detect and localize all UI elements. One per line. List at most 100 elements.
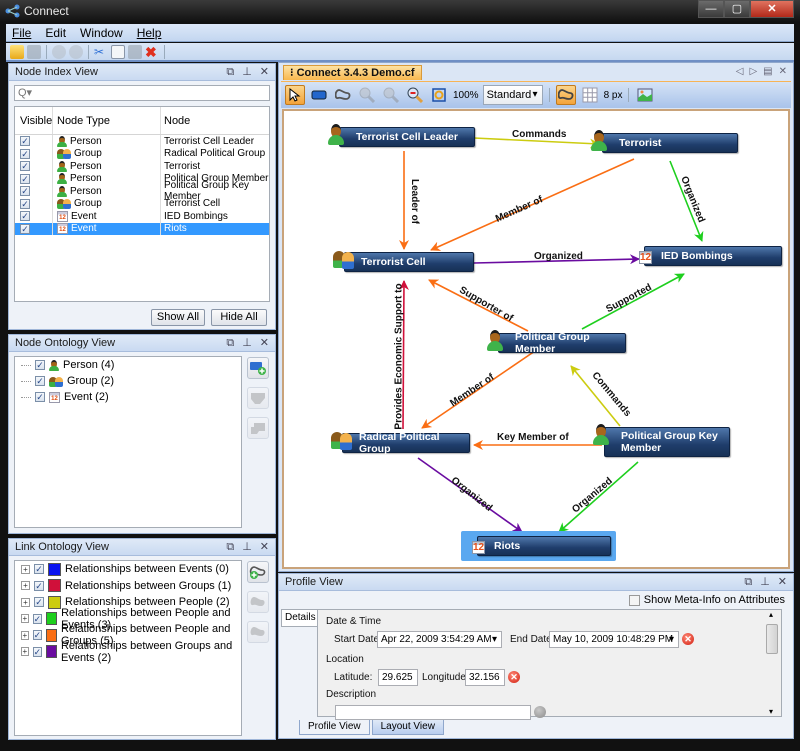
tree-item[interactable]: + ✓ Relationships between Events (0) bbox=[15, 561, 241, 578]
graph-node-riots[interactable]: 12 Riots bbox=[472, 536, 611, 556]
edit-node-type-button[interactable] bbox=[247, 387, 269, 409]
visible-checkbox[interactable]: ✓ bbox=[20, 198, 30, 209]
expand-icon[interactable]: + bbox=[21, 647, 29, 657]
tree-item[interactable]: ✓ 12 Event (2) bbox=[15, 389, 241, 405]
visible-checkbox[interactable]: ✓ bbox=[20, 173, 30, 184]
tree-item[interactable]: ✓ Group (2) bbox=[15, 373, 241, 389]
fit-to-window-button[interactable] bbox=[429, 85, 449, 105]
zoom-in-button[interactable] bbox=[357, 85, 377, 105]
menu-edit[interactable]: Edit bbox=[45, 26, 66, 40]
show-all-button[interactable]: Show All bbox=[151, 309, 205, 326]
tab-profile-view[interactable]: Profile View bbox=[299, 720, 370, 735]
end-date-picker[interactable]: May 10, 2009 10:48:29 PM bbox=[549, 631, 679, 648]
menu-window[interactable]: Window bbox=[80, 26, 123, 40]
node-type-checkbox[interactable]: ✓ bbox=[35, 392, 45, 402]
graph-node-ter[interactable]: Terrorist bbox=[602, 133, 738, 153]
meta-info-checkbox[interactable] bbox=[628, 594, 640, 606]
pin-icon[interactable]: ⊥ bbox=[760, 574, 770, 591]
description-input[interactable] bbox=[335, 705, 531, 720]
zoom-out-button[interactable] bbox=[381, 85, 401, 105]
close-tab-icon[interactable]: ✕ bbox=[779, 66, 787, 77]
restore-icon[interactable]: ⧉ bbox=[226, 335, 234, 352]
menu-help[interactable]: Help bbox=[137, 26, 162, 40]
pin-icon[interactable]: ⊥ bbox=[242, 64, 252, 81]
layout-mode-select[interactable]: Standard bbox=[482, 85, 543, 105]
link-type-checkbox[interactable]: ✓ bbox=[34, 597, 44, 608]
tab-layout-view[interactable]: Layout View bbox=[371, 720, 444, 735]
copy-icon[interactable] bbox=[111, 44, 125, 59]
delete-node-type-button[interactable] bbox=[247, 417, 269, 439]
graph-node-tcl[interactable]: Terrorist Cell Leader bbox=[339, 127, 475, 147]
minimize-button[interactable]: — bbox=[698, 0, 724, 18]
visible-checkbox[interactable]: ✓ bbox=[20, 223, 30, 234]
select-tool-button[interactable] bbox=[285, 85, 305, 105]
link-type-checkbox[interactable]: ✓ bbox=[32, 613, 43, 624]
graph-node-tc[interactable]: Terrorist Cell bbox=[344, 252, 474, 272]
pin-icon[interactable]: ⊥ bbox=[242, 335, 252, 352]
column-header-node-type[interactable]: Node Type bbox=[53, 107, 161, 134]
tree-item[interactable]: ✓ Person (4) bbox=[15, 357, 241, 373]
visible-checkbox[interactable]: ✓ bbox=[20, 148, 30, 159]
clear-dates-button[interactable]: ✕ bbox=[682, 633, 694, 645]
add-node-type-button[interactable] bbox=[247, 357, 269, 379]
longitude-input[interactable]: 32.156 bbox=[465, 669, 505, 686]
restore-icon[interactable]: ⧉ bbox=[226, 64, 234, 81]
expand-icon[interactable]: + bbox=[21, 614, 29, 624]
table-row[interactable]: ✓ Person Terrorist bbox=[15, 160, 269, 173]
table-row[interactable]: ✓ Person Terrorist Cell Leader bbox=[15, 135, 269, 148]
close-icon[interactable]: ✕ bbox=[260, 539, 269, 556]
visible-checkbox[interactable]: ✓ bbox=[20, 186, 30, 197]
hide-all-button[interactable]: Hide All bbox=[211, 309, 267, 326]
export-image-button[interactable] bbox=[635, 85, 655, 105]
restore-icon[interactable]: ⧉ bbox=[226, 539, 234, 556]
visible-checkbox[interactable]: ✓ bbox=[20, 136, 30, 147]
scroll-tabs-right-icon[interactable]: ▷ bbox=[749, 66, 757, 77]
close-icon[interactable]: ✕ bbox=[260, 335, 269, 352]
open-folder-icon[interactable] bbox=[10, 44, 24, 59]
graph-node-ied[interactable]: 12 IED Bombings bbox=[639, 246, 782, 266]
close-icon[interactable]: ✕ bbox=[260, 64, 269, 81]
graph-node-pgm[interactable]: Political Group Member bbox=[498, 331, 626, 355]
close-button[interactable]: ✕ bbox=[750, 0, 794, 18]
edit-link-type-button[interactable] bbox=[247, 591, 269, 613]
clear-description-button[interactable] bbox=[534, 706, 546, 718]
undo-icon[interactable] bbox=[52, 44, 66, 59]
node-type-checkbox[interactable]: ✓ bbox=[35, 360, 45, 370]
expand-icon[interactable]: + bbox=[21, 630, 29, 640]
restore-icon[interactable]: ⧉ bbox=[744, 574, 752, 591]
save-icon[interactable] bbox=[27, 44, 41, 59]
link-type-checkbox[interactable]: ✓ bbox=[34, 580, 44, 591]
document-tab[interactable]: ⁝ Connect 3.4.3 Demo.cf bbox=[283, 65, 422, 80]
cut-icon[interactable]: ✂ bbox=[94, 45, 108, 59]
tree-item[interactable]: + ✓ Relationships between Groups (1) bbox=[15, 578, 241, 595]
form-scrollbar[interactable]: ▴ ▾ bbox=[765, 610, 779, 716]
visible-checkbox[interactable]: ✓ bbox=[20, 211, 30, 222]
add-link-type-button[interactable] bbox=[247, 561, 269, 583]
tree-item[interactable]: + ✓ Relationships between Groups and Event… bbox=[15, 640, 241, 664]
redo-icon[interactable] bbox=[69, 44, 83, 59]
column-header-node[interactable]: Node bbox=[161, 107, 269, 134]
link-type-checkbox[interactable]: ✓ bbox=[32, 646, 43, 657]
delete-icon[interactable]: ✖ bbox=[145, 45, 159, 59]
details-tab[interactable]: Details bbox=[281, 609, 317, 627]
table-row[interactable]: ✓ Group Radical Political Group bbox=[15, 147, 269, 160]
graph-node-pgkm[interactable]: Political Group Key Member bbox=[604, 427, 730, 457]
add-node-tool-button[interactable] bbox=[309, 85, 329, 105]
menu-file[interactable]: File bbox=[12, 26, 31, 40]
scroll-down-icon[interactable]: ▾ bbox=[769, 707, 773, 716]
table-row[interactable]: ✓ Person Political Group Key Member bbox=[15, 180, 269, 202]
scroll-tabs-left-icon[interactable]: ◁ bbox=[736, 66, 744, 77]
clear-location-button[interactable]: ✕ bbox=[508, 671, 520, 683]
scroll-thumb[interactable] bbox=[766, 624, 778, 654]
graph-canvas[interactable]: Terrorist Cell Leader Terrorist Terrorist … bbox=[282, 109, 790, 569]
table-row[interactable]: ✓ Group Terrorist Cell bbox=[15, 197, 269, 210]
node-type-checkbox[interactable]: ✓ bbox=[35, 376, 45, 386]
zoom-reset-button[interactable] bbox=[405, 85, 425, 105]
graph-node-rpg[interactable]: Radical Political Group bbox=[342, 431, 470, 455]
expand-icon[interactable]: + bbox=[21, 581, 30, 591]
link-type-checkbox[interactable]: ✓ bbox=[34, 564, 44, 575]
tab-list-icon[interactable]: ▤ bbox=[763, 66, 772, 77]
pin-icon[interactable]: ⊥ bbox=[242, 539, 252, 556]
meta-info-toggle[interactable]: Show Meta-Info on Attributes bbox=[628, 594, 785, 606]
grid-toggle[interactable] bbox=[580, 85, 600, 105]
